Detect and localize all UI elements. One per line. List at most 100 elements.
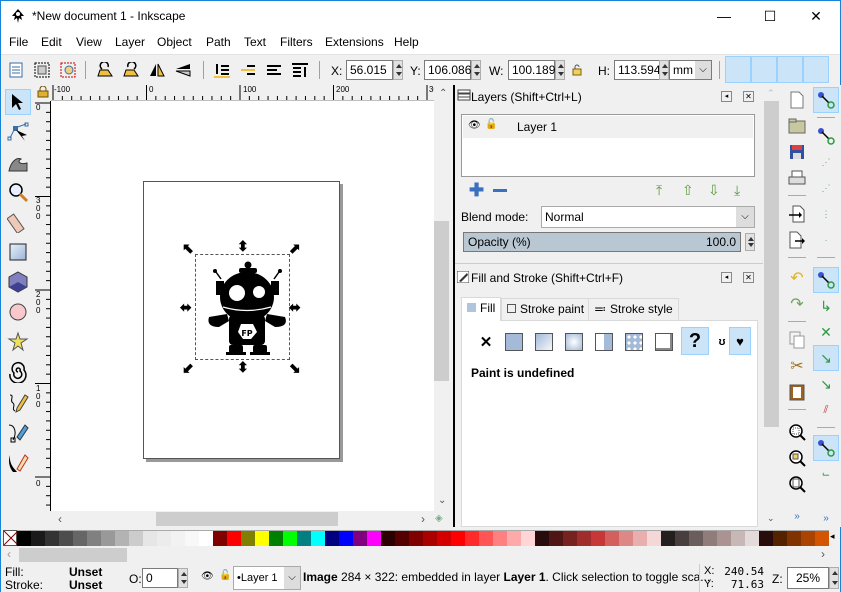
opacity-spinner[interactable] xyxy=(745,233,755,251)
palette-menu-button[interactable]: ◂ xyxy=(830,531,835,542)
lower-layer-button[interactable]: ⇩ xyxy=(708,182,720,199)
palette-swatch[interactable] xyxy=(633,531,647,546)
layer-name[interactable]: Layer 1 xyxy=(517,120,557,134)
spiral-tool[interactable] xyxy=(5,359,31,385)
palette-swatch[interactable] xyxy=(577,531,591,546)
scale-handle-nw[interactable]: ⬉ xyxy=(182,241,194,255)
palette-swatch[interactable] xyxy=(507,531,521,546)
close-button[interactable]: ✕ xyxy=(793,1,839,31)
commands-overflow-button[interactable]: » xyxy=(786,505,808,527)
guide-lock-icon[interactable] xyxy=(37,85,49,98)
scale-handle-e[interactable]: ⬌ xyxy=(289,300,301,314)
palette-swatch[interactable] xyxy=(311,531,325,546)
palette-swatch[interactable] xyxy=(731,531,745,546)
horizontal-ruler[interactable]: -100 0 100 200 30 xyxy=(51,85,435,101)
fill-stroke-iconify-button[interactable]: ◂ xyxy=(721,272,732,283)
snap-bbox-corners-button[interactable]: ⋰ xyxy=(813,175,839,201)
raise-layer-to-top-button[interactable]: ⤒ xyxy=(656,182,662,199)
palette-swatch[interactable] xyxy=(185,531,199,546)
scale-corners-button[interactable] xyxy=(751,56,777,83)
scroll-down-icon[interactable]: ⌄ xyxy=(438,495,446,506)
select-all-layers-button[interactable] xyxy=(32,60,52,80)
palette-swatch[interactable] xyxy=(535,531,549,546)
snap-overflow-button[interactable]: » xyxy=(813,505,839,531)
palette-swatch[interactable] xyxy=(283,531,297,546)
zoom-tool[interactable] xyxy=(5,179,31,205)
palette-swatch[interactable] xyxy=(157,531,171,546)
palette-swatch[interactable] xyxy=(45,531,59,546)
drawing-canvas[interactable]: FP ⬉ ⬍ ⬈ ⬌ ⬌ ⬋ ⬍ ⬊ xyxy=(51,101,434,511)
palette-swatch[interactable] xyxy=(17,531,31,546)
calligraphy-tool[interactable] xyxy=(5,449,31,475)
menu-help[interactable]: Help xyxy=(394,35,419,49)
palette-swatch[interactable] xyxy=(465,531,479,546)
palette-swatch[interactable] xyxy=(773,531,787,546)
zoom-input[interactable]: 25% xyxy=(787,567,829,589)
paint-unset-button[interactable]: ? xyxy=(681,327,709,355)
palette-swatch[interactable] xyxy=(451,531,465,546)
pen-tool[interactable] xyxy=(5,419,31,445)
redo-button[interactable]: ↷ xyxy=(786,293,808,315)
export-button[interactable] xyxy=(786,229,808,251)
palette-swatch[interactable] xyxy=(171,531,185,546)
palette-swatch[interactable] xyxy=(227,531,241,546)
lower-button[interactable] xyxy=(238,60,258,80)
snap-midpoints-button[interactable]: ⫽ xyxy=(813,397,839,423)
palette-swatch[interactable] xyxy=(647,531,661,546)
add-layer-button[interactable]: ✚ xyxy=(469,181,484,199)
palette-swatch[interactable] xyxy=(353,531,367,546)
snap-cusp-nodes-button[interactable]: ↘ xyxy=(813,345,839,371)
paint-flat-button[interactable] xyxy=(503,331,525,353)
snap-bbox-button[interactable] xyxy=(813,123,839,149)
scroll-up-icon[interactable]: ⌃ xyxy=(767,88,775,99)
layers-iconify-button[interactable]: ◂ xyxy=(721,91,732,102)
palette-swatch[interactable] xyxy=(759,531,773,546)
visibility-eye-icon[interactable]: 👁 xyxy=(468,120,481,131)
import-button[interactable] xyxy=(786,203,808,225)
x-input[interactable]: 56.015 xyxy=(346,60,393,80)
raise-layer-button[interactable]: ⇧ xyxy=(682,182,694,199)
zoom-spinner[interactable] xyxy=(829,567,839,589)
transform-patterns-button[interactable] xyxy=(803,56,829,83)
menu-path[interactable]: Path xyxy=(206,35,231,49)
palette-swatch[interactable] xyxy=(395,531,409,546)
canvas-horizontal-scrollbar[interactable]: ‹ › xyxy=(51,511,435,527)
palette-swatch[interactable] xyxy=(479,531,493,546)
menu-file[interactable]: File xyxy=(9,35,28,49)
snap-others-button[interactable] xyxy=(813,435,839,461)
palette-swatch[interactable] xyxy=(409,531,423,546)
palette-scroll-thumb[interactable] xyxy=(19,548,127,562)
stroke-indicator-value[interactable]: Unset xyxy=(69,578,102,592)
palette-swatch[interactable] xyxy=(675,531,689,546)
palette-swatch[interactable] xyxy=(549,531,563,546)
w-input[interactable]: 100.189 xyxy=(508,60,555,80)
flip-horizontal-button[interactable] xyxy=(147,60,167,80)
deselect-button[interactable] xyxy=(58,60,78,80)
scale-handle-se[interactable]: ⬊ xyxy=(289,361,301,375)
open-button[interactable] xyxy=(786,115,808,137)
zoom-page-button[interactable] xyxy=(786,473,808,495)
menu-text[interactable]: Text xyxy=(244,35,266,49)
minimize-button[interactable]: — xyxy=(701,1,747,31)
palette-swatch[interactable] xyxy=(717,531,731,546)
palette-swatch[interactable] xyxy=(255,531,269,546)
palette-swatch[interactable] xyxy=(213,531,227,546)
opacity-slider[interactable]: Opacity (%) 100.0 xyxy=(463,232,741,252)
fill-indicator-value[interactable]: Unset xyxy=(69,565,102,579)
scale-handle-sw[interactable]: ⬋ xyxy=(182,361,194,375)
palette-swatch[interactable] xyxy=(325,531,339,546)
snap-smooth-nodes-button[interactable]: ↘ xyxy=(813,371,839,397)
cut-button[interactable]: ✂ xyxy=(786,355,808,377)
horizontal-scroll-thumb[interactable] xyxy=(156,512,338,526)
menu-view[interactable]: View xyxy=(76,35,102,49)
scale-stroke-button[interactable] xyxy=(725,56,751,83)
flip-vertical-button[interactable] xyxy=(173,60,193,80)
x-spinner[interactable] xyxy=(393,60,403,80)
tab-stroke-paint[interactable]: Stroke paint xyxy=(501,298,591,320)
scroll-left-icon[interactable]: ‹ xyxy=(7,547,11,561)
snap-bbox-centers-button[interactable]: ∙ xyxy=(813,227,839,253)
palette-swatch[interactable] xyxy=(801,531,815,546)
h-input[interactable]: 113.594 xyxy=(614,60,661,80)
save-button[interactable] xyxy=(786,141,808,163)
palette-swatch[interactable] xyxy=(661,531,675,546)
